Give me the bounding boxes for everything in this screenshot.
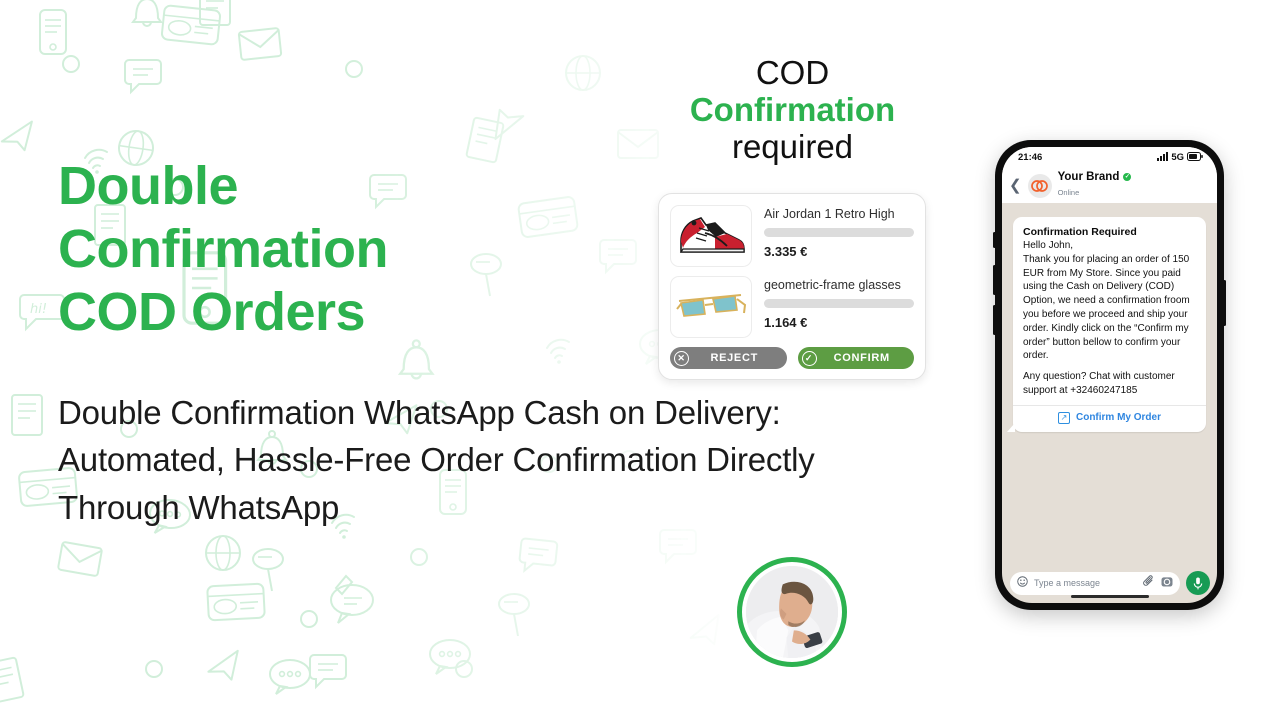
phone-volume-up-button [993, 265, 996, 295]
check-circle-icon: ✓ [801, 350, 817, 366]
external-link-icon: ↗ [1057, 411, 1070, 424]
brand-name-label: Your Brand [1057, 171, 1120, 184]
cod-title-line-2: Confirmation [689, 90, 896, 128]
chevron-left-icon[interactable]: ❮ [1009, 178, 1022, 193]
sneaker-thumbnail-icon [670, 205, 752, 267]
confirm-my-order-button[interactable]: ↗ Confirm My Order [1023, 406, 1196, 426]
order-line-item: Air Jordan 1 Retro High 3.335 € [670, 205, 914, 267]
microphone-icon[interactable] [1186, 571, 1210, 595]
product-price: 1.164 € [764, 315, 808, 330]
product-price: 3.335 € [764, 244, 808, 259]
message-title: Confirmation Required [1023, 226, 1137, 238]
battery-icon [1187, 151, 1203, 164]
order-line-item: geometric-frame glasses 1.164 € [670, 276, 914, 338]
order-confirmation-card: Air Jordan 1 Retro High 3.335 € geometri… [658, 193, 926, 380]
camera-icon[interactable] [1161, 574, 1173, 592]
paperclip-icon[interactable] [1143, 574, 1155, 592]
confirm-button-label: CONFIRM [833, 352, 890, 364]
reject-button[interactable]: ✕ REJECT [670, 347, 787, 369]
page-subtitle: Double Confirmation WhatsApp Cash on Del… [58, 393, 815, 527]
brand-logo-icon [1027, 173, 1052, 198]
message-input-field[interactable]: Type a message [1010, 571, 1180, 595]
phone-mockup: 21:46 5G ❮ Your Brand ✓ Online Confirmat… [993, 140, 1226, 610]
cod-title-line-1: COD [755, 54, 830, 91]
avatar [737, 557, 847, 667]
product-name: Air Jordan 1 Retro High [764, 207, 895, 221]
sunglasses-thumbnail-icon [670, 276, 752, 338]
phone-mute-switch [993, 232, 996, 248]
phone-status-bar: 21:46 5G [1002, 147, 1217, 168]
confirm-my-order-label: Confirm My Order [1075, 412, 1161, 424]
message-support-text: Any question? Chat with customer support… [1023, 371, 1175, 396]
man-using-phone-photo-icon [746, 566, 838, 658]
reject-button-label: REJECT [710, 352, 759, 364]
chat-body: Confirmation Required Hello John, Thank … [1002, 203, 1217, 563]
cod-confirmation-title: COD Confirmation required [620, 54, 965, 166]
verified-check-icon: ✓ [1123, 173, 1132, 182]
phone-screen: 21:46 5G ❮ Your Brand ✓ Online Confirmat… [1002, 147, 1217, 603]
message-body: Hello John, Thank you for placing an ord… [1023, 240, 1190, 362]
page-title: Double Confirmation COD Orders [58, 156, 388, 343]
signal-bars-icon [1157, 151, 1169, 164]
x-circle-icon: ✕ [674, 350, 689, 366]
brand-status-label: Online [1057, 188, 1080, 198]
smiley-icon[interactable] [1017, 574, 1028, 592]
phone-volume-down-button [993, 305, 996, 335]
message-input-placeholder: Type a message [1034, 578, 1101, 588]
confirm-button[interactable]: ✓ CONFIRM [797, 347, 914, 369]
status-bar-time: 21:46 [1018, 152, 1043, 163]
cod-title-line-3: required [731, 127, 854, 165]
chat-message-bubble: Confirmation Required Hello John, Thank … [1007, 217, 1206, 432]
product-placeholder-bar [764, 228, 914, 237]
product-name: geometric-frame glasses [764, 278, 901, 292]
network-type-label: 5G [1171, 152, 1184, 163]
home-indicator [1070, 595, 1149, 598]
product-placeholder-bar [764, 299, 914, 308]
chat-header: ❮ Your Brand ✓ Online [1002, 168, 1217, 203]
phone-power-button [1223, 280, 1226, 326]
